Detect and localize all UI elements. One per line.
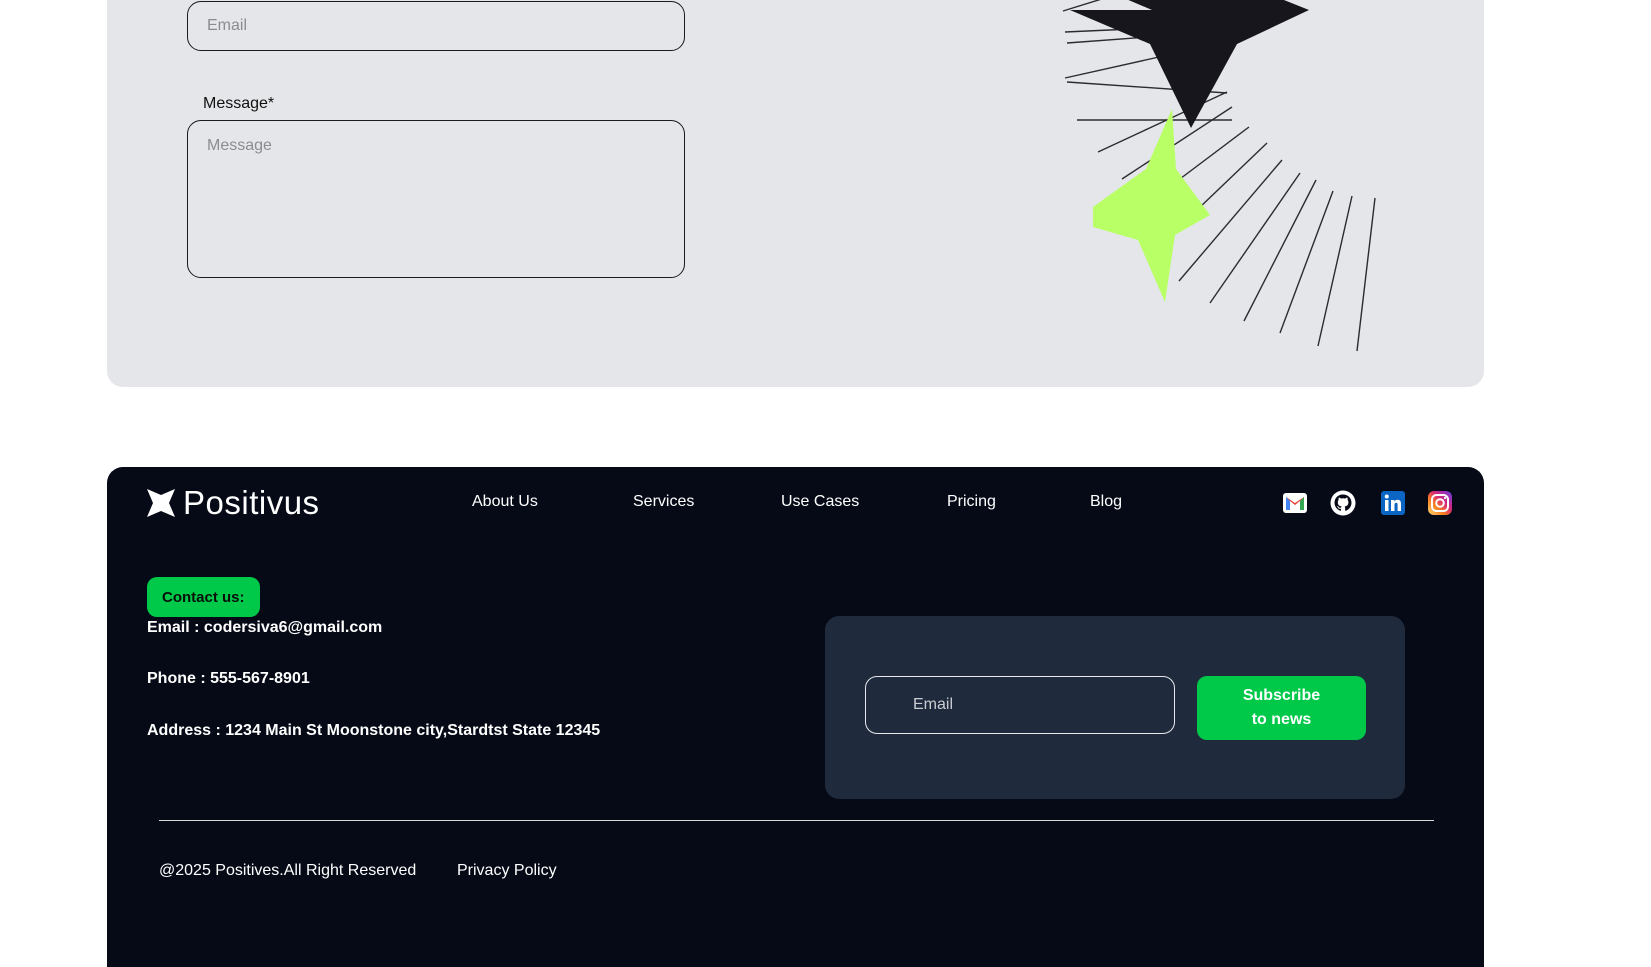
- message-field[interactable]: [187, 120, 685, 278]
- footer-divider: [159, 820, 1434, 821]
- positivus-logo-icon: [147, 489, 175, 517]
- github-icon[interactable]: [1330, 490, 1356, 516]
- lime-star-shape: [1093, 109, 1210, 302]
- nav-services[interactable]: Services: [633, 493, 694, 511]
- nav-about-us[interactable]: About Us: [472, 493, 538, 511]
- site-footer: Positivus About Us Services Use Cases Pr…: [107, 467, 1484, 967]
- newsletter-box: Subscribe to news: [825, 616, 1405, 799]
- subscribe-label-line2: to news: [1251, 711, 1312, 728]
- privacy-policy-link[interactable]: Privacy Policy: [457, 862, 557, 880]
- contact-form-card: Message*: [107, 0, 1484, 387]
- email-field[interactable]: [187, 1, 685, 51]
- contact-address: Address : 1234 Main St Moonstone city,St…: [147, 722, 601, 739]
- message-label: Message*: [203, 95, 275, 112]
- newsletter-email-input[interactable]: [865, 676, 1175, 734]
- contact-phone: Phone : 555-567-8901: [147, 670, 310, 687]
- subscribe-label-line1: Subscribe: [1242, 687, 1321, 704]
- nav-blog[interactable]: Blog: [1090, 493, 1122, 511]
- brand-logo[interactable]: Positivus: [147, 484, 320, 522]
- linkedin-icon[interactable]: [1380, 490, 1406, 516]
- nav-pricing[interactable]: Pricing: [947, 493, 996, 511]
- decorative-star-illustration: [1062, 0, 1376, 352]
- copyright-text: @2025 Positives.All Right Reserved: [159, 862, 417, 879]
- contact-email: Email : codersiva6@gmail.com: [147, 619, 383, 636]
- gmail-icon[interactable]: [1282, 490, 1308, 516]
- nav-use-cases[interactable]: Use Cases: [781, 493, 859, 511]
- subscribe-button[interactable]: Subscribe to news: [1197, 676, 1366, 740]
- logo-text: Positivus: [183, 484, 320, 521]
- contact-us-badge: Contact us:: [147, 577, 260, 617]
- dark-star-shape: [1070, 0, 1309, 128]
- instagram-icon[interactable]: [1427, 490, 1453, 516]
